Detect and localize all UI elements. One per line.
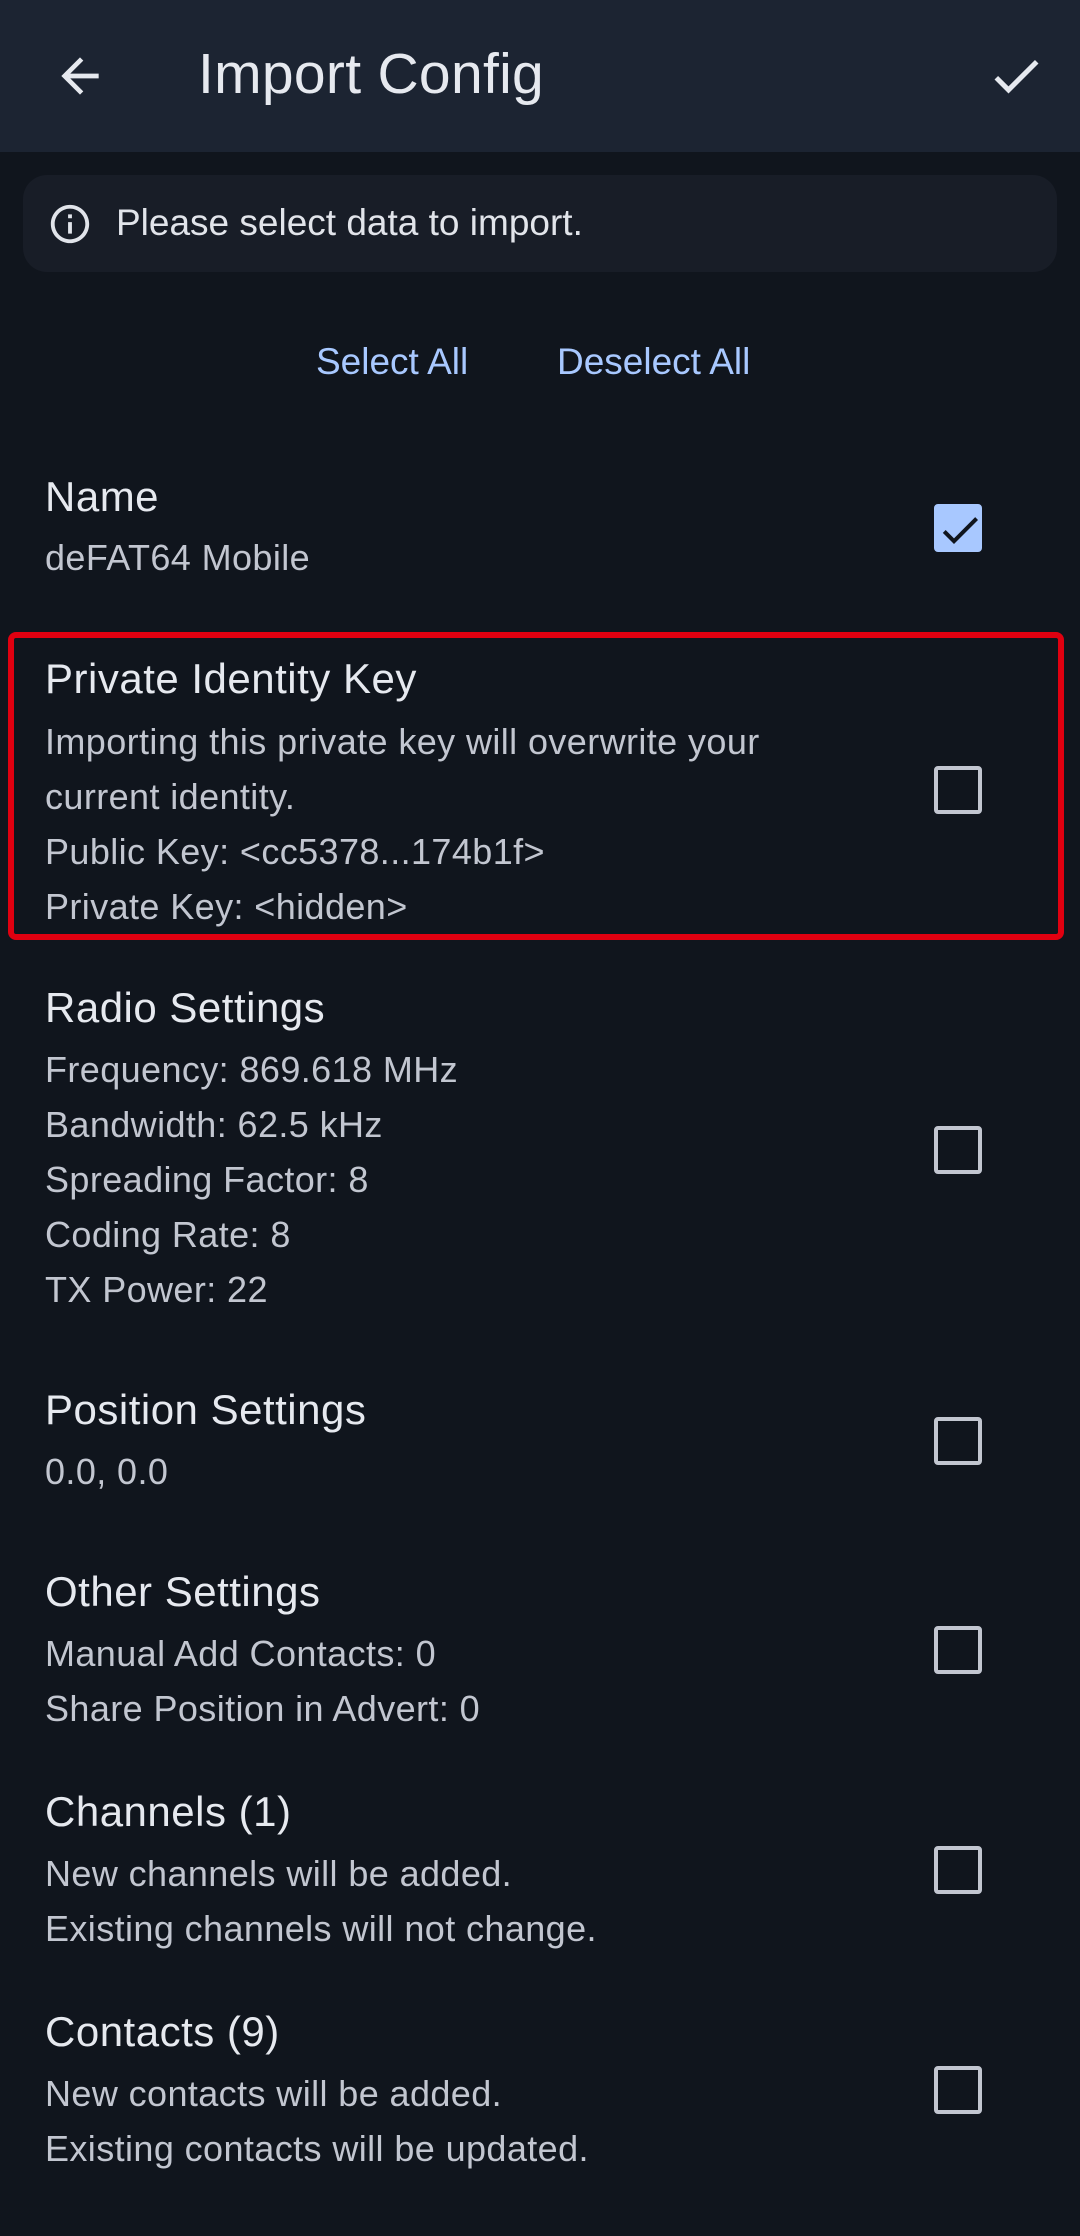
position-settings-checkbox[interactable] <box>934 1417 982 1465</box>
item-detail: New channels will be added. <box>45 1853 513 1894</box>
item-detail: Existing channels will not change. <box>45 1908 597 1949</box>
item-detail: TX Power: 22 <box>45 1269 268 1310</box>
item-detail: Importing this private key will overwrit… <box>45 721 760 762</box>
item-detail: Bandwidth: 62.5 kHz <box>45 1104 383 1145</box>
arrow-back-icon <box>61 57 99 95</box>
item-detail: deFAT64 Mobile <box>45 537 311 578</box>
item-detail: Public Key: <cc5378...174b1f> <box>45 831 545 872</box>
item-detail: Manual Add Contacts: 0 <box>45 1633 437 1674</box>
item-detail: Frequency: 869.618 MHz <box>45 1049 459 1090</box>
deselect-all-button[interactable]: Deselect All <box>557 334 750 390</box>
info-text: Please select data to import. <box>116 202 583 243</box>
item-detail: Coding Rate: 8 <box>45 1214 291 1255</box>
back-button[interactable] <box>44 40 116 112</box>
item-detail: Existing contacts will be updated. <box>45 2128 589 2169</box>
import-item-position-settings[interactable]: Position Settings 0.0, 0.0 <box>0 1384 1080 1514</box>
item-detail: Share Position in Advert: 0 <box>45 1688 481 1729</box>
confirm-button[interactable] <box>978 40 1054 112</box>
item-title: Name <box>45 473 160 520</box>
private-identity-key-checkbox[interactable] <box>934 766 982 814</box>
item-title: Channels (1) <box>45 1788 292 1835</box>
page-title: Import Config <box>198 42 545 106</box>
selection-actions: Select All Deselect All <box>0 334 1080 390</box>
info-banner: Please select data to import. <box>23 175 1057 272</box>
app-bar: Import Config <box>0 0 1080 152</box>
item-title: Radio Settings <box>45 984 326 1031</box>
checkmark-icon <box>942 517 978 544</box>
channels-checkbox[interactable] <box>934 1846 982 1894</box>
item-title: Other Settings <box>45 1568 321 1615</box>
import-item-other-settings[interactable]: Other Settings Manual Add Contacts: 0 Sh… <box>0 1566 1080 1746</box>
item-detail: New contacts will be added. <box>45 2073 503 2114</box>
item-detail: Spreading Factor: 8 <box>45 1159 369 1200</box>
item-detail: 0.0, 0.0 <box>45 1451 169 1492</box>
info-icon <box>50 204 90 244</box>
import-item-channels[interactable]: Channels (1) New channels will be added.… <box>0 1786 1080 1966</box>
import-item-name[interactable]: Name deFAT64 Mobile <box>0 466 1080 596</box>
item-title: Private Identity Key <box>45 655 417 702</box>
import-item-contacts[interactable]: Contacts (9) New contacts will be added.… <box>0 2006 1080 2186</box>
item-title: Contacts (9) <box>45 2008 280 2055</box>
item-detail: Private Key: <hidden> <box>45 886 408 927</box>
name-checkbox[interactable] <box>934 504 982 552</box>
radio-settings-checkbox[interactable] <box>934 1126 982 1174</box>
other-settings-checkbox[interactable] <box>934 1626 982 1674</box>
check-icon <box>994 59 1039 94</box>
select-all-button[interactable]: Select All <box>316 334 468 390</box>
contacts-checkbox[interactable] <box>934 2066 982 2114</box>
item-title: Position Settings <box>45 1386 367 1433</box>
import-item-radio-settings[interactable]: Radio Settings Frequency: 869.618 MHz Ba… <box>0 982 1080 1322</box>
item-detail: current identity. <box>45 776 296 817</box>
import-item-private-identity-key[interactable]: Private Identity Key Importing this priv… <box>0 650 1080 930</box>
